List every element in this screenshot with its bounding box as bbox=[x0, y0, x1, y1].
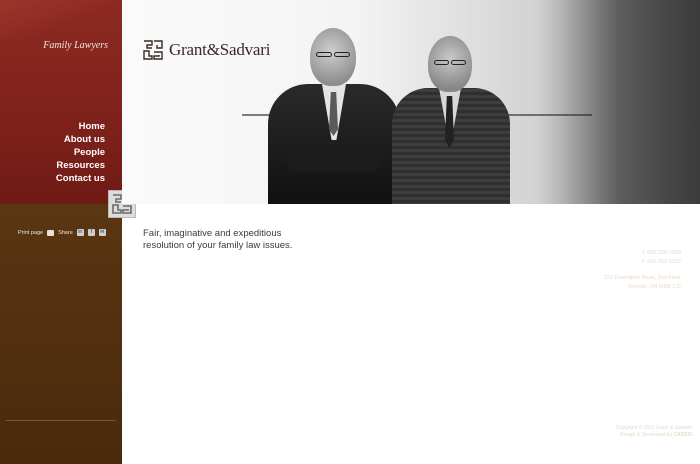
corner-fold bbox=[0, 0, 122, 40]
hero-shadow bbox=[562, 0, 700, 204]
partner-photo-right bbox=[392, 36, 510, 204]
phone-number: T 416-238-7899 bbox=[641, 250, 681, 256]
developer-link[interactable]: CASCO. bbox=[674, 432, 693, 438]
address-line-1: 152 Davenport Road, 2nd Floor bbox=[603, 275, 681, 281]
intro-text: Fair, imaginative and expeditious resolu… bbox=[143, 228, 443, 252]
brand-name: Grant&Sadvari bbox=[169, 40, 271, 59]
copyright-text: Copyright © 2011 Grant & Sadvari. bbox=[616, 425, 693, 431]
facebook-icon[interactable]: f bbox=[87, 229, 95, 236]
monogram-icon bbox=[143, 40, 163, 60]
fax-number: F 416-352-1522 bbox=[641, 259, 681, 265]
nav-people[interactable]: People bbox=[56, 146, 105, 159]
intro-line-2: resolution of your family law issues. bbox=[143, 240, 293, 251]
share-label: Share bbox=[58, 229, 73, 236]
copyright-block: Copyright © 2011 Grant & Sadvari. Design… bbox=[616, 425, 693, 439]
sidebar-top: Family Lawyers Home About us People Reso… bbox=[0, 0, 122, 204]
print-page-link[interactable]: Print page bbox=[18, 230, 43, 236]
nav-home[interactable]: Home bbox=[56, 120, 105, 133]
main-nav: Home About us People Resources Contact u… bbox=[56, 120, 105, 185]
intro-line-1: Fair, imaginative and expeditious bbox=[143, 228, 282, 239]
hero-banner: Grant&Sadvari bbox=[122, 0, 700, 204]
partner-photo-left bbox=[268, 28, 400, 204]
sidebar-bottom bbox=[0, 204, 122, 464]
brand-logo[interactable]: Grant&Sadvari bbox=[142, 39, 270, 61]
share-row: Print page Share in f ✉ bbox=[18, 229, 106, 236]
address-block: 152 Davenport Road, 2nd Floor Toronto, O… bbox=[604, 274, 681, 292]
linkedin-icon[interactable]: in bbox=[76, 229, 84, 236]
printer-icon[interactable] bbox=[47, 229, 55, 236]
address-line-2: Toronto, ON M5R 1J2 bbox=[627, 284, 681, 290]
nav-contact-us[interactable]: Contact us bbox=[56, 172, 105, 185]
tagline: Family Lawyers bbox=[43, 40, 108, 51]
nav-resources[interactable]: Resources bbox=[56, 159, 105, 172]
email-icon[interactable]: ✉ bbox=[98, 229, 106, 236]
developed-by-text: Design & Developed by bbox=[619, 432, 673, 438]
phone-block: T 416-238-7899 F 416-352-1522 bbox=[642, 249, 681, 267]
footer-divider bbox=[6, 420, 116, 421]
nav-about-us[interactable]: About us bbox=[56, 133, 105, 146]
